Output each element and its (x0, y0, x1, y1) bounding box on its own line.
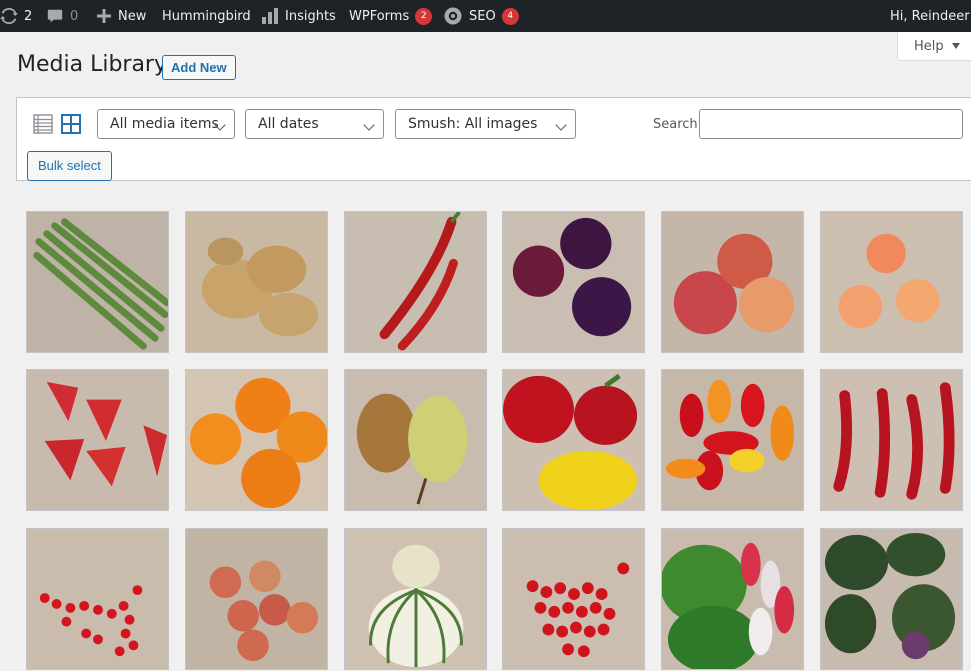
redcurrants-image (27, 529, 168, 669)
media-item-squash[interactable] (344, 528, 487, 670)
red-chili-peppers-image (345, 212, 486, 352)
asparagus-image (27, 212, 168, 352)
media-item-pears[interactable] (344, 369, 487, 511)
chevron-down-icon (363, 119, 375, 131)
squash-image (345, 529, 486, 669)
media-item-plums[interactable] (502, 211, 645, 353)
media-item-redcurrants[interactable] (26, 528, 169, 670)
media-type-filter-value: All media items (110, 116, 219, 132)
search-input[interactable] (699, 109, 963, 139)
media-item-kohlrabi[interactable] (820, 528, 963, 670)
new-content-link[interactable]: New (96, 0, 146, 32)
ginger-image (186, 212, 327, 352)
apples-image (186, 529, 327, 669)
seo-notification-badge: 4 (501, 7, 519, 25)
media-item-nectarines[interactable] (661, 211, 804, 353)
comments-count: 0 (70, 8, 79, 24)
media-type-filter[interactable]: All media items (97, 109, 235, 139)
date-filter-value: All dates (258, 116, 319, 132)
plums-image (503, 212, 644, 352)
caret-down-icon (951, 43, 960, 49)
hummingbird-link[interactable]: Hummingbird (162, 0, 251, 32)
media-item-radishes[interactable] (661, 528, 804, 670)
media-item-ginger[interactable] (185, 211, 328, 353)
media-item-apples[interactable] (185, 528, 328, 670)
updates-link[interactable]: 2 (0, 0, 32, 32)
mandarins-image (186, 370, 327, 510)
bulk-select-button[interactable]: Bulk select (27, 151, 112, 181)
user-greeting: Hi, Reindeer (890, 8, 970, 24)
date-filter[interactable]: All dates (245, 109, 384, 139)
kohlrabi-image (821, 529, 962, 669)
refresh-icon (0, 7, 18, 25)
user-account-link[interactable]: Hi, Reindeer (890, 0, 970, 32)
search-label: Search (653, 117, 698, 132)
media-item-mini-peppers[interactable] (661, 369, 804, 511)
apricots-image (821, 212, 962, 352)
media-item-red-chilies[interactable] (820, 369, 963, 511)
media-item-redcurrant-berries[interactable] (502, 528, 645, 670)
wpforms-link[interactable]: WPForms 2 (349, 0, 433, 32)
comments-link[interactable]: 0 (46, 0, 78, 32)
add-new-button[interactable]: Add New (162, 55, 236, 80)
updates-count: 2 (24, 8, 33, 24)
radishes-image (662, 529, 803, 669)
chevron-down-icon (555, 119, 567, 131)
mini-peppers-image (662, 370, 803, 510)
media-item-apricots[interactable] (820, 211, 963, 353)
comment-bubble-icon (46, 7, 64, 25)
smush-filter-value: Smush: All images (408, 116, 538, 132)
bar-chart-icon (261, 7, 279, 25)
list-view-icon[interactable] (32, 113, 54, 135)
pears-image (345, 370, 486, 510)
strawberries-image (27, 370, 168, 510)
media-item-strawberries[interactable] (26, 369, 169, 511)
insights-link[interactable]: Insights (261, 0, 336, 32)
redcurrant-berries-image (503, 529, 644, 669)
smush-filter[interactable]: Smush: All images (395, 109, 576, 139)
wpforms-notification-badge: 2 (415, 7, 433, 25)
hummingbird-label: Hummingbird (162, 8, 251, 24)
help-label: Help (914, 38, 944, 54)
admin-bar: 2 0 New Hummingbird Insights WPForms 2 S… (0, 0, 971, 32)
plus-icon (96, 8, 112, 24)
insights-label: Insights (285, 8, 336, 24)
media-item-mandarins[interactable] (185, 369, 328, 511)
wpforms-label: WPForms (349, 8, 410, 24)
new-label: New (118, 8, 147, 24)
help-tab-button[interactable]: Help (897, 32, 971, 61)
media-item-red-chili-peppers[interactable] (344, 211, 487, 353)
seo-gear-icon (443, 6, 463, 26)
seo-label: SEO (469, 8, 496, 24)
bell-peppers-image (503, 370, 644, 510)
media-item-asparagus[interactable] (26, 211, 169, 353)
grid-view-icon[interactable] (60, 113, 82, 135)
page-title: Media Library (17, 52, 167, 77)
nectarines-image (662, 212, 803, 352)
red-chilies-image (821, 370, 962, 510)
media-toolbar: All media items All dates Smush: All ima… (16, 97, 971, 181)
seo-link[interactable]: SEO 4 (443, 0, 519, 32)
media-item-bell-peppers[interactable] (502, 369, 645, 511)
